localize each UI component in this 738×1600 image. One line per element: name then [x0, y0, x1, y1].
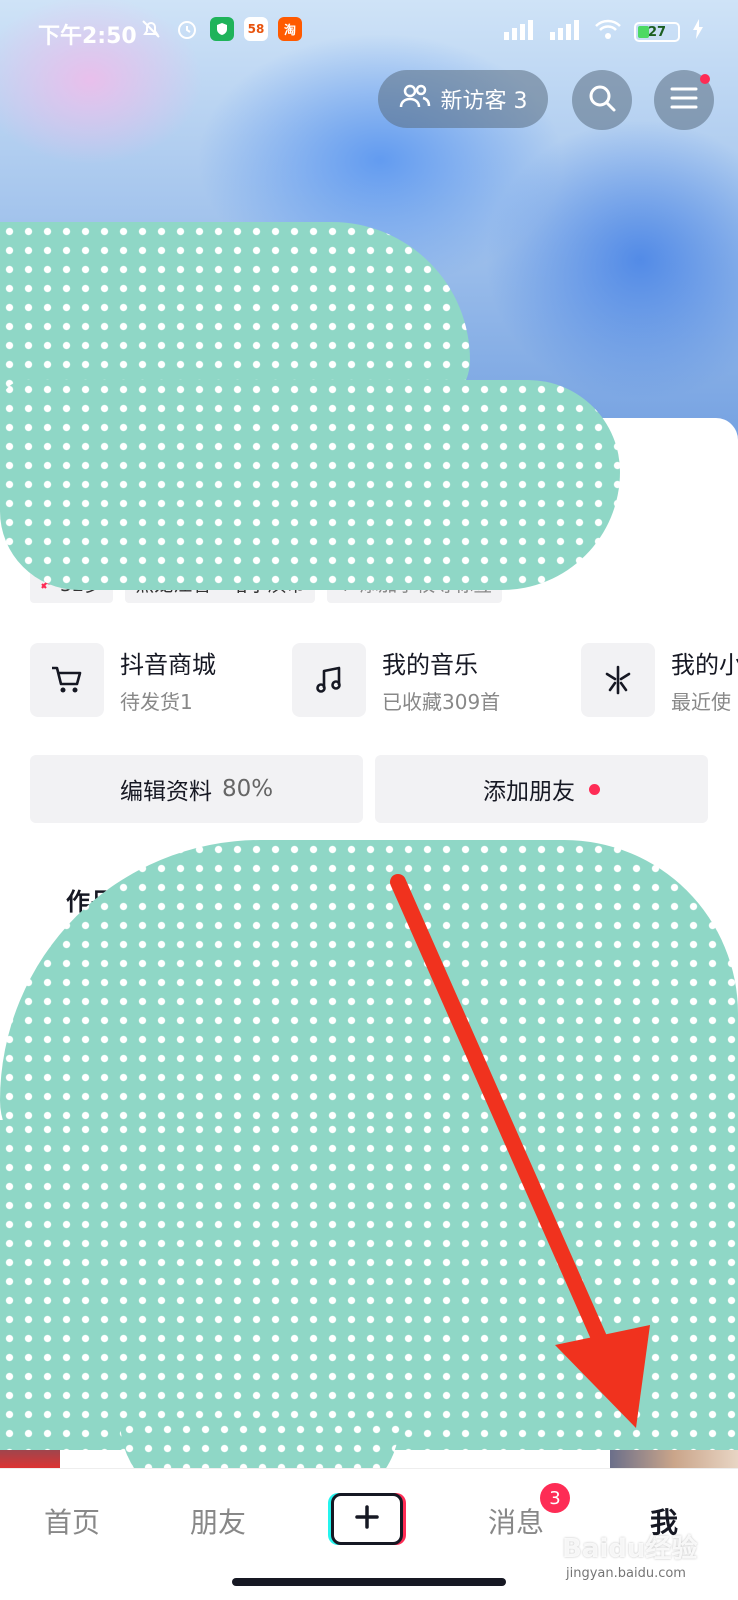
create-post-button[interactable] — [331, 1493, 403, 1545]
nav-home[interactable]: 首页 — [44, 1501, 100, 1541]
nav-messages[interactable]: 消息 — [488, 1501, 544, 1541]
baidu-watermark-url: jingyan.baidu.com — [566, 1566, 686, 1581]
plus-icon — [354, 1504, 380, 1534]
nav-friends[interactable]: 朋友 — [190, 1501, 246, 1541]
red-arrow-annotation — [390, 874, 650, 1428]
battery-text: 27 — [647, 24, 667, 40]
messages-badge: 3 — [540, 1483, 570, 1513]
baidu-watermark: Baidu经验 — [562, 1534, 698, 1564]
home-indicator[interactable] — [232, 1578, 506, 1586]
